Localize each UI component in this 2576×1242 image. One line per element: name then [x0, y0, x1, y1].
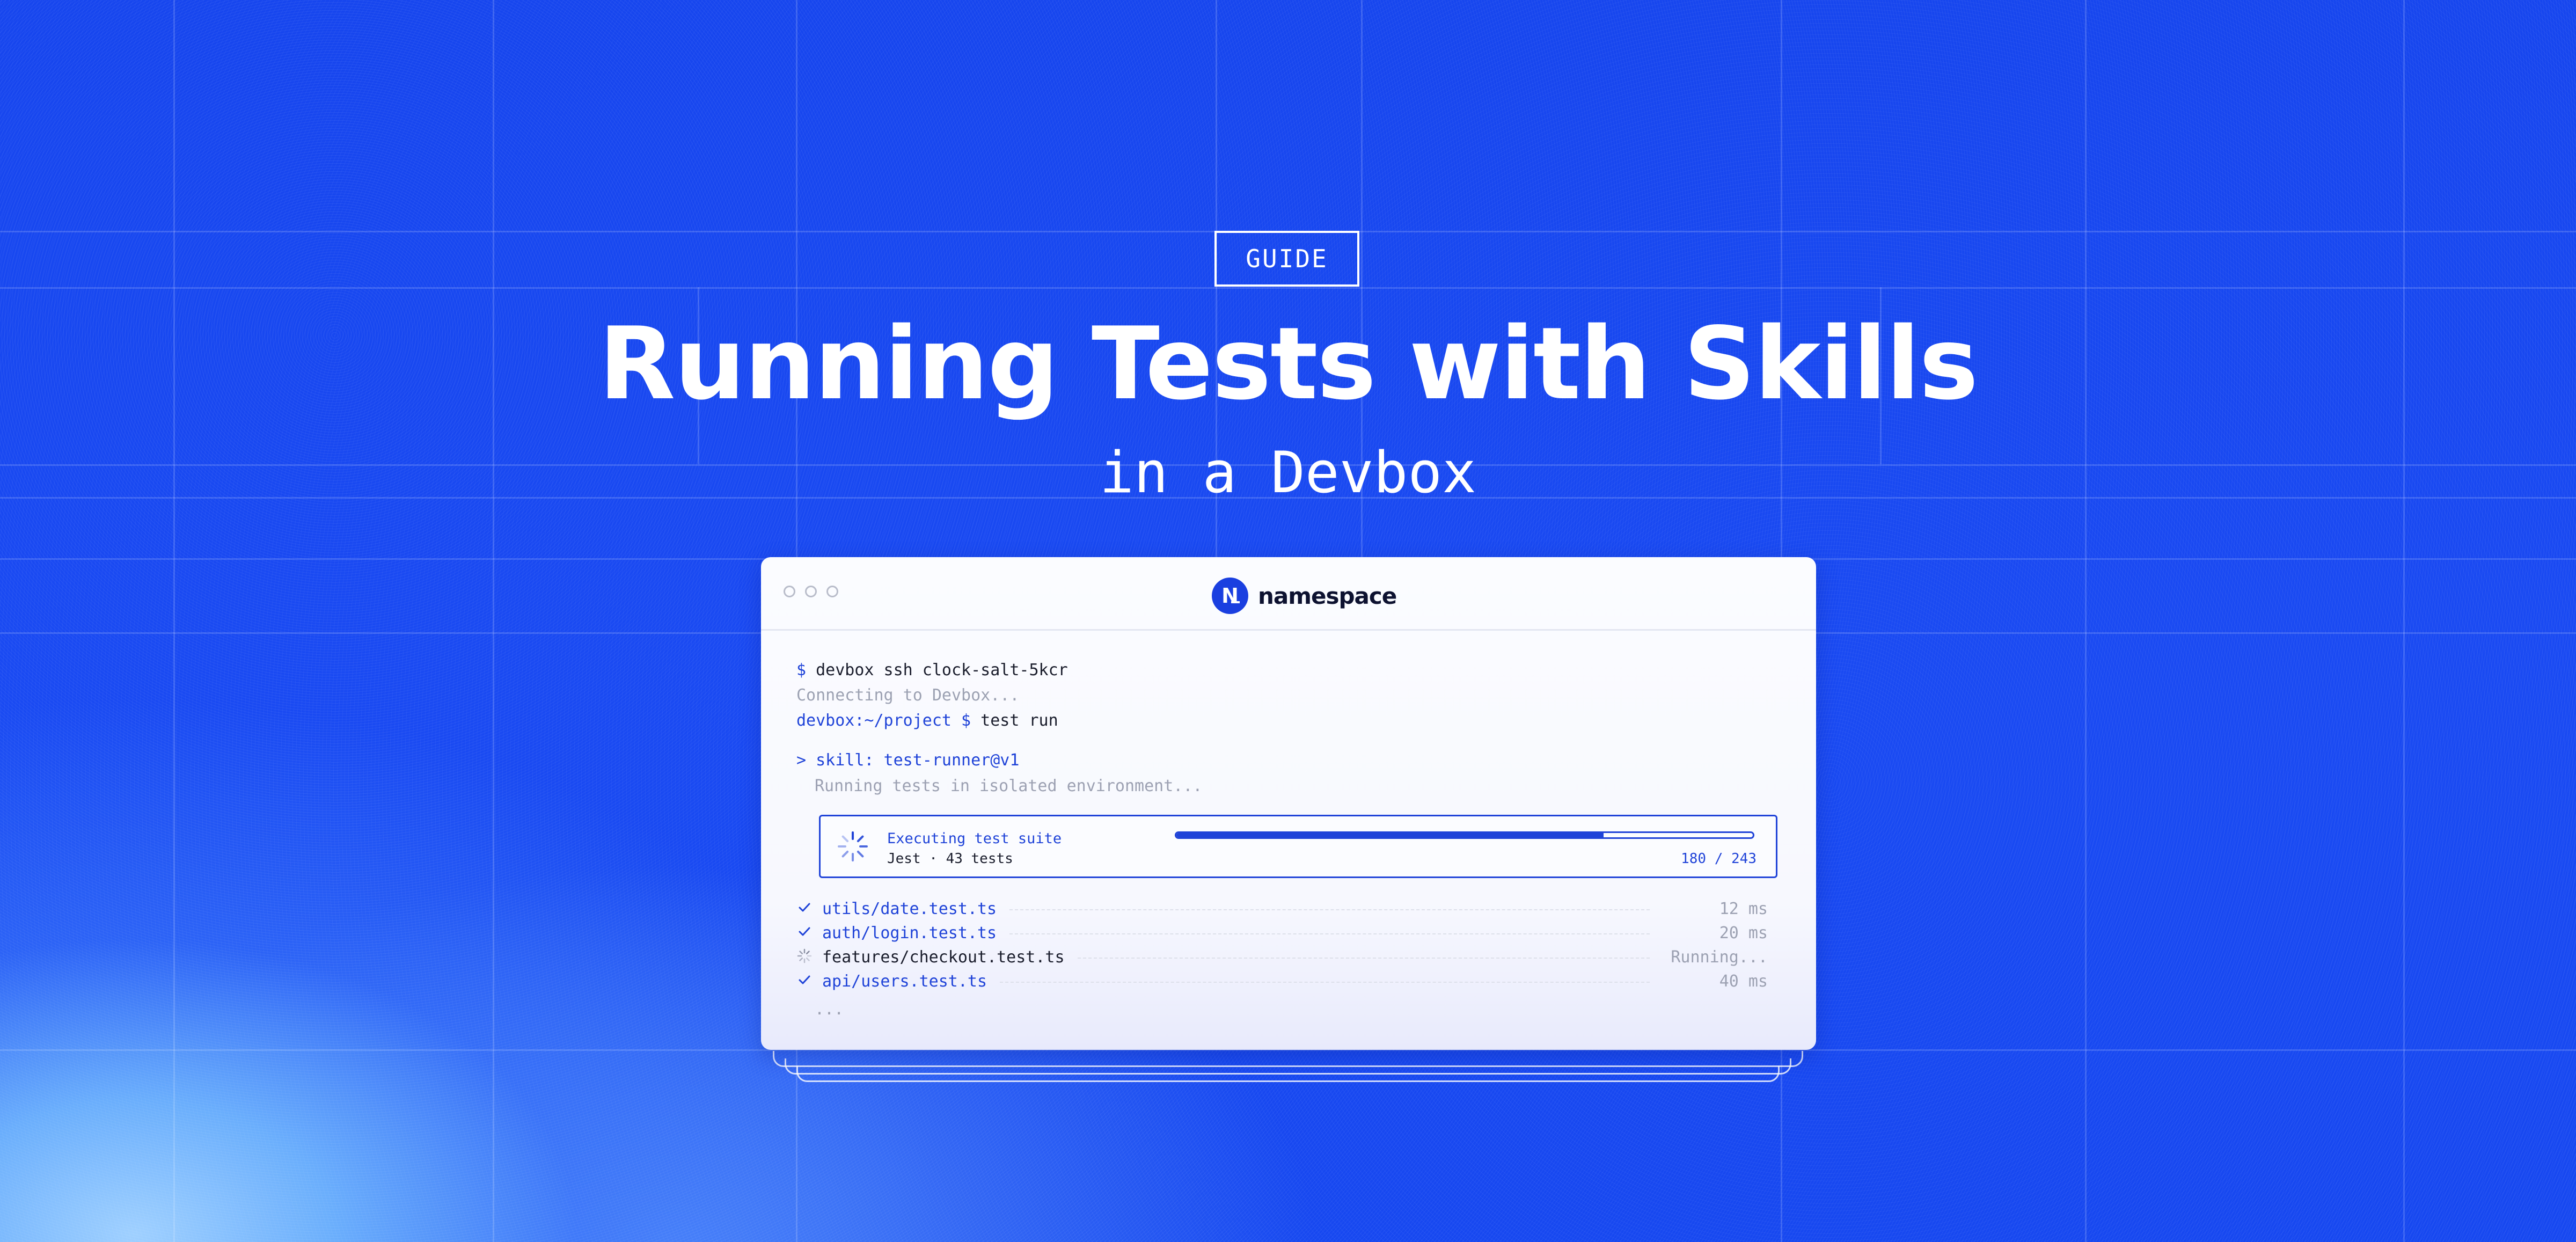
terminal-output: Connecting to Devbox...: [796, 686, 1020, 705]
test-duration: 12 ms: [1719, 900, 1768, 918]
spinner-icon: [797, 948, 812, 963]
prompt-path: devbox:~/project $: [796, 711, 971, 730]
progress-title: Executing test suite: [887, 830, 1062, 847]
progress-bar-fill: [1176, 833, 1604, 837]
progress-count: 180 / 243: [1681, 851, 1757, 867]
window-maximize-dot[interactable]: [826, 586, 838, 597]
window-stack-edge: [796, 1066, 1780, 1082]
page-title: Running Tests with Skills: [598, 305, 1978, 422]
dotted-leader: [1078, 958, 1650, 959]
test-row: auth/login.test.ts 20 ms: [796, 923, 1768, 943]
namespace-logo-icon: N: [1212, 578, 1248, 614]
progress-bar: [1175, 831, 1754, 839]
skill-line: > skill: test-runner@v1: [796, 751, 1020, 770]
skill-status: Running tests in isolated environment...: [815, 777, 1203, 795]
brand-name: namespace: [1258, 582, 1397, 609]
check-icon: [799, 975, 810, 984]
test-file-name[interactable]: auth/login.test.ts: [822, 924, 997, 943]
window-titlebar: N namespace: [761, 557, 1816, 631]
progress-subtitle: Jest · 43 tests: [887, 851, 1013, 867]
grid-line: [2403, 0, 2405, 1242]
check-icon: [799, 903, 810, 912]
window-close-dot[interactable]: [784, 586, 795, 597]
grid-line: [2085, 0, 2087, 1242]
grid-line: [0, 287, 2576, 289]
test-row: features/checkout.test.ts Running...: [796, 947, 1768, 967]
guide-badge: GUIDE: [1214, 231, 1359, 287]
terminal-line: $ devbox ssh clock-salt-5kcr: [796, 662, 1068, 678]
terminal-window: N namespace $ devbox ssh clock-salt-5kcr…: [761, 557, 1816, 1050]
command-text: test run: [980, 711, 1058, 730]
brand: N namespace: [1212, 578, 1397, 614]
test-duration: 40 ms: [1719, 972, 1768, 991]
dotted-leader: [1009, 933, 1650, 934]
more-ellipsis: ...: [815, 1000, 844, 1019]
progress-panel: Executing test suite Jest · 43 tests 180…: [819, 815, 1777, 878]
prompt-symbol: $: [796, 661, 807, 680]
test-file-name[interactable]: utils/date.test.ts: [822, 900, 997, 918]
test-duration: 20 ms: [1719, 924, 1768, 943]
test-file-name[interactable]: api/users.test.ts: [822, 972, 987, 991]
test-duration: Running...: [1671, 948, 1768, 967]
test-file-name[interactable]: features/checkout.test.ts: [822, 948, 1065, 967]
check-icon: [799, 927, 810, 936]
test-row: utils/date.test.ts 12 ms: [796, 898, 1768, 918]
command-text: devbox ssh clock-salt-5kcr: [816, 661, 1068, 680]
spinner-icon: [838, 831, 868, 861]
terminal-line: devbox:~/project $ test run: [796, 713, 1058, 729]
dotted-leader: [1009, 909, 1650, 910]
grid-line: [173, 0, 175, 1242]
dotted-leader: [1000, 982, 1650, 983]
test-row: api/users.test.ts 40 ms: [796, 971, 1768, 991]
window-minimize-dot[interactable]: [805, 586, 817, 597]
grid-line: [493, 0, 494, 1242]
page-subtitle: in a Devbox: [1100, 440, 1476, 506]
